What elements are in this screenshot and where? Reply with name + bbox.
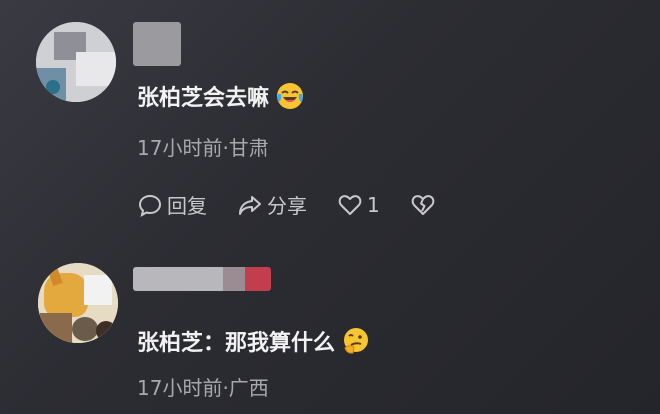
- share-arrow-icon: [239, 195, 261, 215]
- username-blurred[interactable]: [133, 22, 181, 66]
- comment-text-row: 张柏芝会去嘛: [137, 80, 305, 112]
- dislike-button[interactable]: [410, 192, 436, 218]
- comment-meta: 17小时前·甘肃: [137, 136, 269, 160]
- reply-button[interactable]: 回复: [137, 190, 207, 219]
- avatar[interactable]: [36, 22, 116, 102]
- share-button[interactable]: 分享: [237, 190, 307, 219]
- laughing-crying-emoji-icon: [275, 81, 305, 111]
- username-blurred[interactable]: [133, 267, 271, 291]
- like-count: 1: [367, 192, 380, 217]
- thinking-emoji-icon: [341, 326, 371, 356]
- comment-text-row: 张柏芝：那我算什么: [137, 325, 371, 357]
- comment-actions: 回复 分享 1: [137, 190, 466, 219]
- comment-text: 张柏芝会去嘛: [137, 86, 270, 111]
- heart-icon: [338, 194, 362, 215]
- comment-item: 张柏芝会去嘛 17小时前·甘肃 回复 分享 1: [0, 0, 660, 240]
- share-label: 分享: [267, 194, 307, 218]
- reply-bubble-icon: [138, 194, 162, 217]
- comment-meta: 17小时前·广西: [137, 376, 269, 400]
- avatar[interactable]: [38, 263, 118, 343]
- broken-heart-icon: [411, 194, 435, 215]
- reply-label: 回复: [167, 194, 207, 218]
- comment-text: 张柏芝：那我算什么: [137, 331, 336, 356]
- like-button[interactable]: 1: [337, 192, 380, 218]
